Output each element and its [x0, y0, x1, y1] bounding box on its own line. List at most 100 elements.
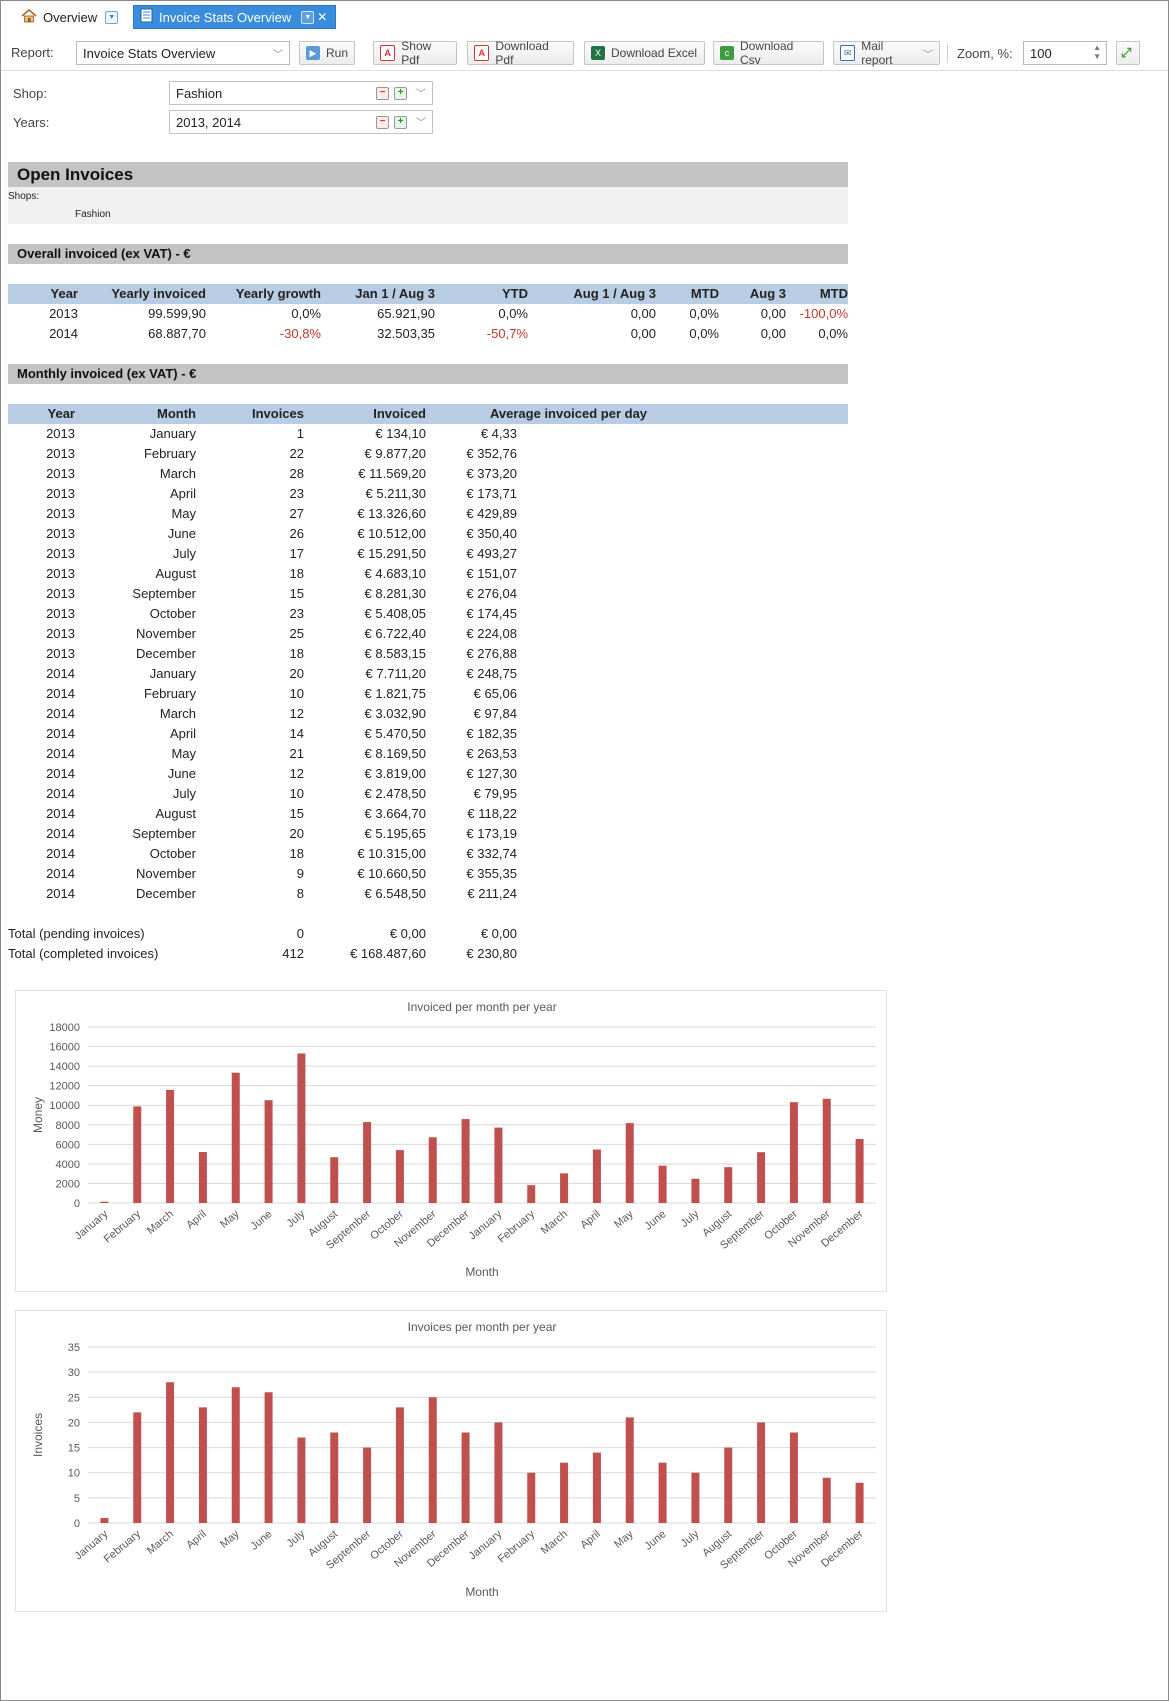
bar	[855, 1482, 864, 1523]
bar	[363, 1447, 372, 1523]
table-cell: 12	[289, 766, 304, 781]
chevron-down-icon[interactable]: ﹀	[416, 114, 426, 129]
add-icon[interactable]: +	[394, 116, 407, 129]
x-tick-label: April	[578, 1208, 603, 1231]
expand-icon: ⤢	[1121, 45, 1132, 60]
tab-invoice-stats-overview[interactable]: Invoice Stats Overview ▼ ✕	[133, 5, 336, 29]
table-cell: February	[143, 446, 196, 461]
chart-title: Invoiced per month per year	[407, 1000, 556, 1014]
home-icon	[21, 8, 37, 26]
bar	[658, 1462, 667, 1523]
table-cell: € 182,35	[466, 726, 517, 741]
y-tick-label: 20	[68, 1417, 80, 1429]
table-cell: € 3.819,00	[364, 766, 426, 781]
zoom-input[interactable]: 100 ▲ ▼	[1023, 41, 1107, 65]
tab-menu-icon[interactable]: ▼	[301, 10, 315, 24]
table-cell: 2013	[46, 466, 75, 481]
bar	[592, 1149, 601, 1203]
years-filter[interactable]: 2013, 2014 − + ﹀	[169, 110, 433, 134]
bar	[592, 1452, 601, 1523]
table-cell: 99.599,90	[148, 306, 206, 321]
table-cell: -50,7%	[486, 326, 528, 341]
run-button[interactable]: ▶ Run	[299, 41, 355, 65]
add-icon[interactable]: +	[394, 87, 407, 100]
table-cell: 2014	[46, 726, 75, 741]
table-cell: € 97,84	[473, 706, 517, 721]
remove-icon[interactable]: −	[376, 87, 389, 100]
y-tick-label: 5	[74, 1493, 80, 1505]
years-value: 2013, 2014	[176, 114, 242, 130]
tab-overview[interactable]: Overview ▼	[21, 5, 119, 29]
bar	[822, 1477, 831, 1523]
x-tick-label: May	[612, 1528, 636, 1551]
table-cell: 20	[289, 826, 304, 841]
x-tick-label: June	[249, 1208, 275, 1233]
report-select[interactable]: Invoice Stats Overview ﹀	[76, 41, 290, 65]
show-pdf-button[interactable]: A Show Pdf	[373, 39, 457, 67]
table-cell: € 493,27	[466, 546, 517, 561]
bar	[757, 1422, 766, 1523]
table-cell: 0,0%	[689, 306, 719, 321]
x-tick-label: March	[539, 1528, 570, 1557]
bar	[428, 1137, 437, 1203]
spinner-icon[interactable]: ▲ ▼	[1093, 43, 1101, 61]
bar	[527, 1185, 536, 1203]
shop-filter[interactable]: Fashion − + ﹀	[169, 81, 433, 105]
y-tick-label: 15	[68, 1443, 80, 1455]
table-cell: € 8.583,15	[364, 646, 426, 661]
shops-value: Fashion	[75, 209, 111, 220]
download-excel-button[interactable]: X Download Excel	[584, 41, 705, 65]
table-cell: 10	[289, 786, 304, 801]
table-cell: € 127,30	[466, 766, 517, 781]
table-cell: 8	[296, 886, 304, 901]
chevron-down-icon[interactable]: ﹀	[416, 85, 426, 100]
bar	[264, 1392, 273, 1523]
table-cell: 22	[289, 446, 304, 461]
table-cell: 2013	[46, 646, 75, 661]
table-cell: November	[136, 866, 196, 881]
table-cell: 68.887,70	[148, 326, 206, 341]
table-row: 2014 June 12 € 3.819,00 € 127,30	[8, 764, 848, 784]
table-cell: € 65,06	[473, 686, 517, 701]
table-row: 2014 December 8 € 6.548,50 € 211,24	[8, 884, 848, 904]
table-cell: 2013	[46, 586, 75, 601]
x-tick-label: June	[249, 1528, 275, 1553]
table-cell: € 1.821,75	[364, 686, 426, 701]
table-cell: € 5.470,50	[364, 726, 426, 741]
y-tick-label: 18000	[49, 1022, 80, 1034]
fullscreen-button[interactable]: ⤢	[1116, 41, 1140, 65]
download-csv-button[interactable]: c Download Csv	[713, 39, 824, 67]
close-icon[interactable]: ✕	[317, 10, 327, 24]
table-cell: 10	[289, 686, 304, 701]
remove-icon[interactable]: −	[376, 116, 389, 129]
table-cell: May	[171, 506, 196, 521]
bar	[166, 1382, 175, 1523]
table-cell: 2013	[46, 566, 75, 581]
y-tick-label: 0	[74, 1518, 80, 1530]
table-cell: 2013	[49, 306, 78, 321]
bar	[330, 1157, 339, 1203]
invoiced-chart: Invoiced per month per year 0 2000 4000 6000…	[31, 1000, 876, 1279]
table-cell: 0,00	[760, 306, 786, 321]
table-cell: 65.921,90	[377, 306, 435, 321]
table-cell: € 3.664,70	[364, 806, 426, 821]
chevron-down-icon[interactable]: ▼	[105, 10, 119, 24]
download-pdf-button[interactable]: A Download Pdf	[467, 39, 574, 67]
table-row: 2013 January 1 € 134,10 € 4,33	[8, 424, 848, 444]
table-row: 2014 August 15 € 3.664,70 € 118,22	[8, 804, 848, 824]
y-axis-label: Invoices	[31, 1413, 45, 1457]
table-cell: € 211,24	[467, 886, 517, 901]
table-cell: December	[136, 646, 196, 661]
table-cell: March	[159, 466, 196, 481]
table-cell: 17	[289, 546, 304, 561]
table-row: 2013 April 23 € 5.211,30 € 173,71	[8, 484, 848, 504]
table-cell: 0,0%	[498, 306, 528, 321]
table-cell: April	[169, 726, 196, 741]
bar	[560, 1462, 569, 1523]
bar	[789, 1432, 798, 1523]
table-cell: € 134,10	[375, 426, 426, 441]
bar	[297, 1053, 306, 1203]
mail-report-button[interactable]: ✉ Mail report ﹀	[833, 39, 940, 67]
x-tick-label: July	[285, 1208, 308, 1230]
table-cell: € 429,89	[466, 506, 517, 521]
